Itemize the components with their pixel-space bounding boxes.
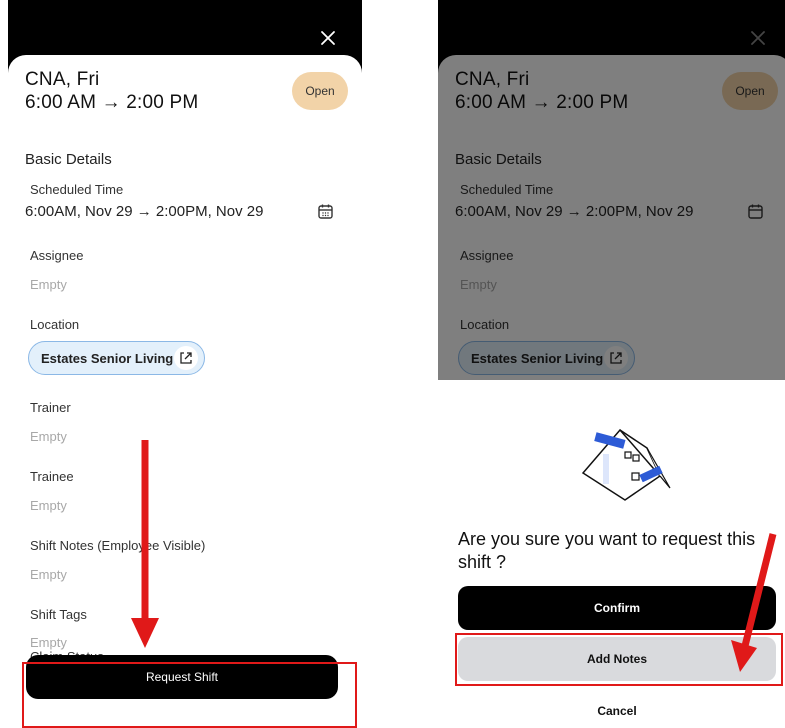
trainee-label: Trainee (30, 469, 74, 484)
add-notes-highlight-box (455, 633, 783, 686)
trainee-value[interactable]: Empty (30, 498, 67, 513)
scheduled-time-value: 6:00AM, Nov 29 → 2:00PM, Nov 29 (25, 203, 264, 220)
confirm-question: Are you sure you want to request this sh… (458, 529, 756, 572)
shift-notes-value[interactable]: Empty (30, 567, 67, 582)
shift-details-screen: CNA, Fri 6:00 AM → 2:00 PM Open Basic De… (8, 0, 362, 728)
shift-notes-label: Shift Notes (Employee Visible) (30, 538, 206, 553)
request-shift-highlight-box (22, 662, 357, 728)
status-badge: Open (292, 72, 348, 110)
basic-details-heading: Basic Details (25, 151, 112, 168)
external-link-icon[interactable] (174, 346, 198, 370)
calendar-icon[interactable] (317, 203, 334, 220)
location-chip-label: Estates Senior Living (41, 351, 174, 366)
trainer-value[interactable]: Empty (30, 429, 67, 444)
location-label: Location (30, 317, 80, 332)
shift-tags-value[interactable]: Empty (30, 635, 67, 650)
confirm-button[interactable]: Confirm (458, 586, 776, 630)
location-chip[interactable]: Estates Senior Living (28, 341, 205, 375)
shift-detail-sheet: CNA, Fri 6:00 AM → 2:00 PM Open Basic De… (8, 55, 362, 728)
shift-tags-label: Shift Tags (30, 607, 87, 622)
scheduled-time-label: Scheduled Time (30, 182, 124, 197)
calendar-tent-illustration (575, 418, 675, 508)
shift-time-range: 6:00 AM → 2:00 PM (25, 92, 199, 113)
dim-overlay[interactable] (438, 0, 785, 380)
cancel-button[interactable]: Cancel (458, 695, 776, 727)
close-icon[interactable] (318, 28, 338, 48)
request-confirmation-screen: CNA, Fri 6:00 AM → 2:00 PM Open Basic De… (438, 0, 785, 728)
assignee-value[interactable]: Empty (30, 277, 67, 292)
trainer-label: Trainer (30, 400, 71, 415)
assignee-label: Assignee (30, 248, 84, 263)
shift-title: CNA, Fri (25, 69, 100, 90)
